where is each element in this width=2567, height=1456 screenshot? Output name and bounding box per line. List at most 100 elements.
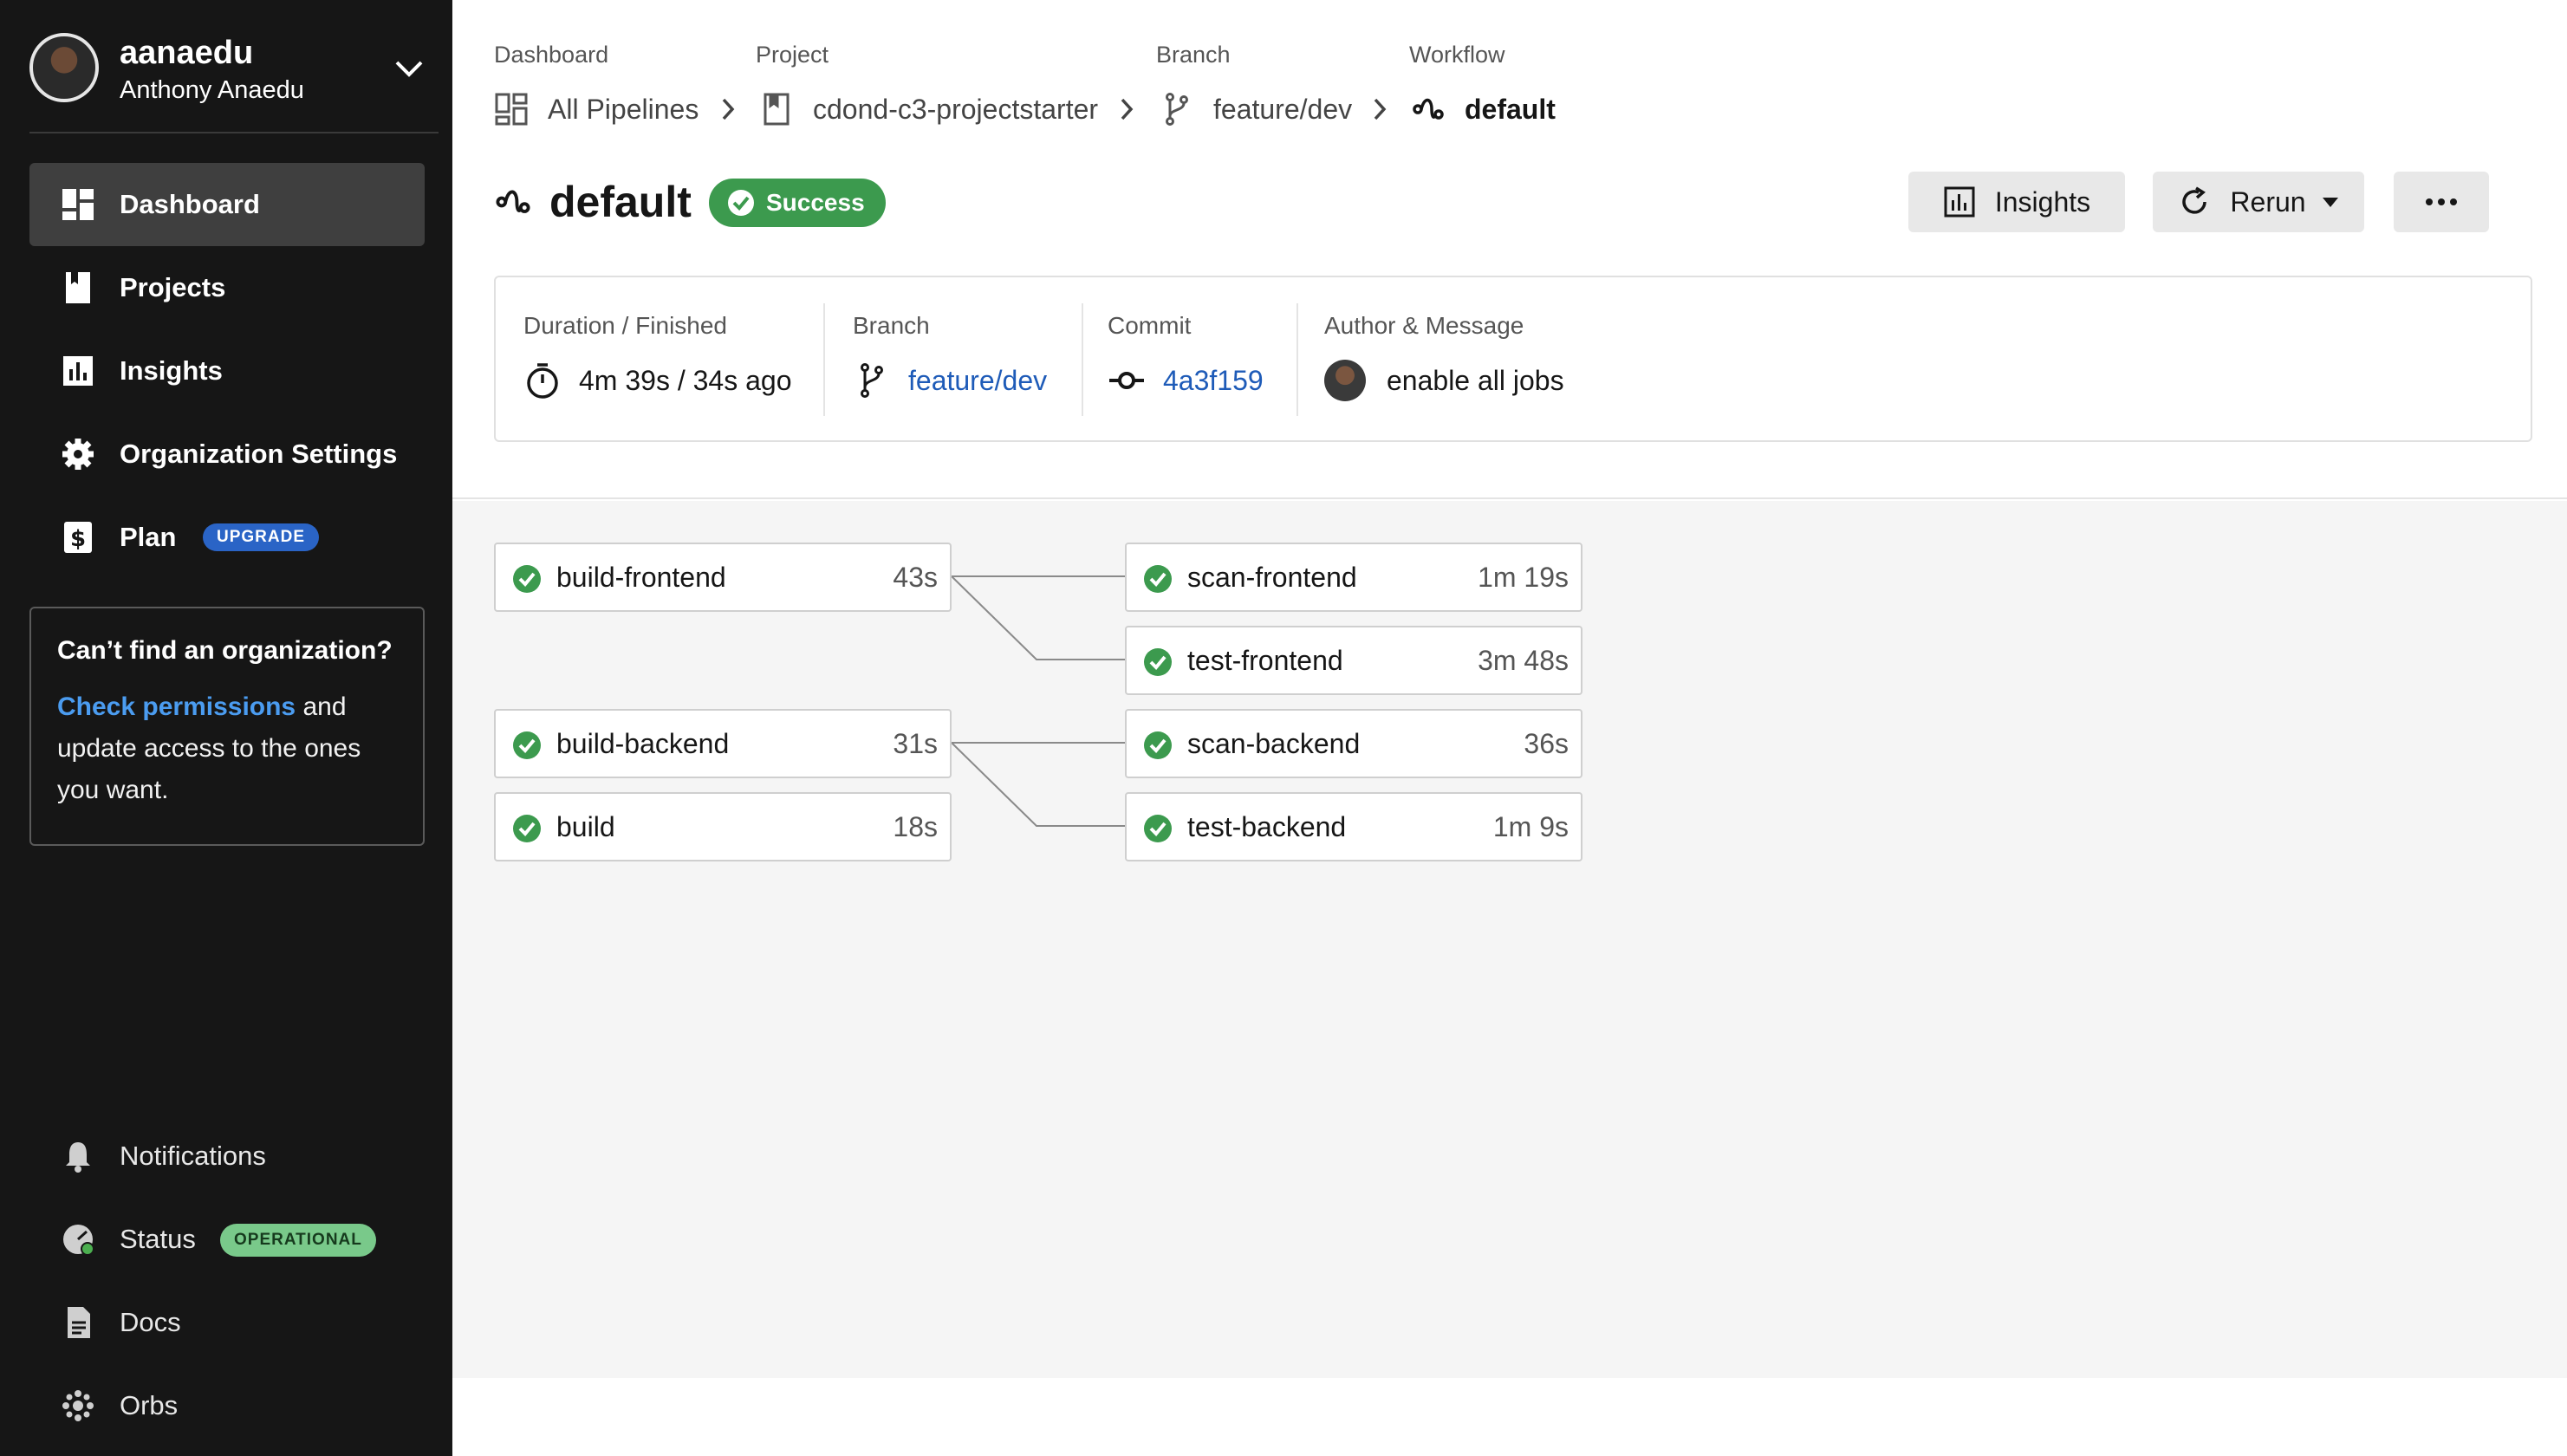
job-duration: 43s: [893, 561, 938, 593]
meta-label: Duration / Finished: [523, 312, 728, 339]
commit-value: 4a3f159: [1163, 364, 1264, 396]
refresh-icon: [2182, 186, 2207, 214]
org-help-text: Check permissions and update access to t…: [57, 686, 397, 811]
duration-value: 4m 39s / 34s ago: [579, 364, 792, 396]
workflow-name: default: [549, 178, 692, 226]
operational-badge: OPERATIONAL: [220, 1224, 376, 1257]
job-duration: 31s: [893, 727, 938, 759]
sidebar-item-insights[interactable]: Insights: [29, 329, 425, 413]
status-badge-label: Success: [766, 189, 865, 216]
check-permissions-link[interactable]: Check permissions: [57, 692, 296, 721]
breadcrumb-text: All Pipelines: [548, 93, 699, 125]
divider: [1296, 303, 1298, 416]
bookmark-icon: [66, 272, 90, 303]
document-icon: [68, 1307, 90, 1338]
insights-button-label: Insights: [1994, 185, 2091, 218]
branch-link[interactable]: feature/dev: [853, 361, 1047, 400]
meta-value: 4m 39s / 34s ago: [523, 361, 791, 400]
check-circle-icon: [513, 565, 541, 593]
job-card-build-backend[interactable]: build-backend 31s: [494, 709, 952, 778]
sidebar-item-notifications[interactable]: Notifications: [29, 1115, 425, 1198]
avatar: [1324, 360, 1366, 401]
job-duration: 3m 48s: [1478, 644, 1569, 676]
sidebar-item-label: Orbs: [120, 1390, 179, 1420]
stopwatch-icon: [527, 363, 558, 399]
job-card-build-frontend[interactable]: build-frontend 43s: [494, 543, 952, 612]
bar-chart-icon: [63, 356, 93, 386]
page-title: default: [494, 173, 692, 231]
check-circle-icon: [513, 815, 541, 842]
breadcrumb-all-pipelines[interactable]: All Pipelines: [494, 90, 699, 128]
main-content: Dashboard Project Branch Workflow All Pi…: [452, 0, 2567, 1456]
upgrade-badge[interactable]: UPGRADE: [203, 523, 320, 551]
dashboard-icon: [495, 93, 528, 126]
sidebar-item-dashboard[interactable]: Dashboard: [29, 163, 425, 246]
sidebar-item-label: Notifications: [120, 1141, 266, 1171]
git-commit-icon: [1109, 372, 1144, 389]
sidebar-item-status[interactable]: Status OPERATIONAL: [29, 1198, 425, 1281]
job-duration: 18s: [893, 810, 938, 842]
breadcrumb-project[interactable]: cdond-c3-projectstarter: [759, 90, 1098, 128]
sidebar-item-label: Docs: [120, 1307, 181, 1337]
job-card-build[interactable]: build 18s: [494, 792, 952, 861]
check-circle-icon: [1144, 648, 1172, 676]
dashboard-icon: [62, 189, 94, 220]
orbs-icon: [62, 1390, 94, 1421]
check-circle-icon: [728, 190, 754, 216]
rerun-button[interactable]: Rerun: [2153, 172, 2364, 232]
workflow-icon: [496, 190, 530, 213]
sidebar-item-label: Projects: [120, 272, 226, 302]
job-duration: 36s: [1524, 727, 1569, 759]
meta-label: Branch: [853, 312, 930, 339]
breadcrumb-workflow[interactable]: default: [1411, 90, 1556, 128]
user-menu[interactable]: aanaedu Anthony Anaedu: [29, 29, 425, 106]
chevron-down-icon[interactable]: [393, 55, 425, 80]
check-circle-icon: [513, 731, 541, 759]
commit-link[interactable]: 4a3f159: [1108, 361, 1264, 400]
git-branch-icon: [1166, 93, 1188, 126]
job-card-scan-frontend[interactable]: scan-frontend 1m 19s: [1125, 543, 1582, 612]
meta-value: enable all jobs: [1324, 360, 1564, 401]
workflow-icon: [1413, 98, 1444, 120]
job-name: scan-frontend: [1187, 561, 1357, 593]
status-badge: Success: [709, 179, 886, 227]
job-duration: 1m 9s: [1492, 810, 1569, 842]
more-options-button[interactable]: [2394, 172, 2489, 232]
job-name: build-frontend: [556, 561, 726, 593]
commit-message: enable all jobs: [1387, 364, 1564, 396]
job-card-test-backend[interactable]: test-backend 1m 9s: [1125, 792, 1582, 861]
footer-space: [452, 1378, 2567, 1456]
sidebar-item-label: Plan: [120, 522, 177, 552]
check-circle-icon: [1144, 731, 1172, 759]
job-name: scan-backend: [1187, 727, 1361, 759]
caret-down-icon: [2322, 198, 2338, 207]
job-card-test-frontend[interactable]: test-frontend 3m 48s: [1125, 626, 1582, 695]
avatar: [29, 33, 99, 102]
job-name: test-frontend: [1187, 644, 1343, 676]
workflow-graph: build-frontend 43s build-backend 31s bui…: [452, 501, 2567, 1378]
job-duration: 1m 19s: [1478, 561, 1569, 593]
sidebar-item-projects[interactable]: Projects: [29, 246, 425, 329]
breadcrumb-branch[interactable]: feature/dev: [1160, 90, 1352, 128]
breadcrumb-label-branch: Branch: [1156, 42, 1231, 68]
user-full-name: Anthony Anaedu: [120, 76, 304, 104]
sidebar-item-plan[interactable]: $ Plan UPGRADE: [29, 496, 425, 579]
rerun-button-label: Rerun: [2230, 185, 2306, 218]
divider: [1082, 303, 1083, 416]
insights-button[interactable]: Insights: [1908, 172, 2125, 232]
sidebar-item-docs[interactable]: Docs: [29, 1281, 425, 1364]
sidebar-item-organization-settings[interactable]: Organization Settings: [29, 413, 425, 496]
status-gauge-icon: [63, 1225, 94, 1256]
branch-value: feature/dev: [908, 364, 1048, 396]
job-card-scan-backend[interactable]: scan-backend 36s: [1125, 709, 1582, 778]
sidebar-item-orbs[interactable]: Orbs: [29, 1364, 425, 1447]
svg-text:$: $: [70, 526, 86, 552]
breadcrumb-text: default: [1465, 93, 1556, 125]
breadcrumb-text: feature/dev: [1213, 93, 1353, 125]
workflow-meta-card: Duration / Finished 4m 39s / 34s ago Bra…: [494, 276, 2532, 442]
divider: [823, 303, 825, 416]
chevron-right-icon: [722, 98, 735, 120]
check-circle-icon: [1144, 565, 1172, 593]
username: aanaedu: [120, 35, 254, 71]
sidebar-item-label: Status: [120, 1224, 196, 1254]
